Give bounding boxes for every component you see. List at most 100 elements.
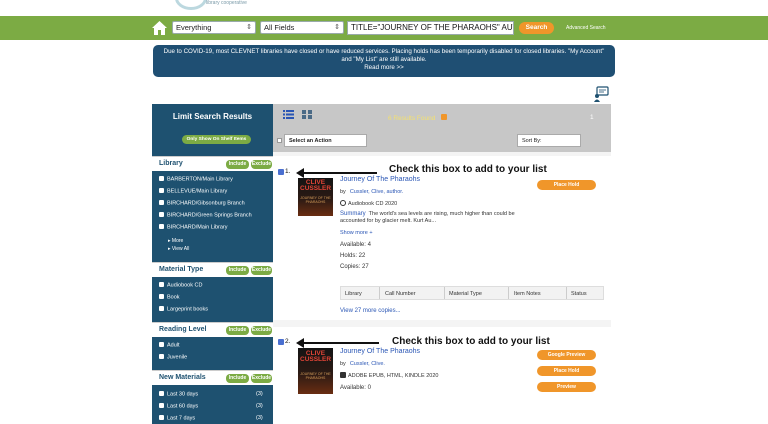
exclude-button[interactable]: Exclude <box>251 374 272 383</box>
filter-item[interactable]: Last 7 days (3) <box>159 415 263 422</box>
book-cover[interactable]: CLIVE CUSSLER JOURNEY OF THE PHARAOHS <box>298 178 333 216</box>
search-button[interactable]: Search <box>519 22 554 34</box>
exclude-button[interactable]: Exclude <box>251 266 272 275</box>
checkbox[interactable] <box>159 294 164 299</box>
page-number: 1 <box>590 114 594 121</box>
search-field-value: All Fields <box>264 23 295 32</box>
more-link[interactable]: ▸ More <box>168 238 183 244</box>
author-link[interactable]: Cussler, Clive. <box>350 361 385 367</box>
checkbox[interactable] <box>159 224 164 229</box>
filter-item[interactable]: Juvenile <box>159 354 187 361</box>
home-icon[interactable] <box>152 21 167 35</box>
book-title-link[interactable]: Journey Of The Pharaohs <box>340 176 420 183</box>
section-label: Library <box>159 160 183 167</box>
cover-author: CLIVE CUSSLER <box>300 350 332 363</box>
select-caret-icon: ⇕ <box>334 24 340 31</box>
place-hold-button[interactable]: Place Hold <box>537 366 596 376</box>
book-format: Audiobook CD 2020 <box>340 200 397 207</box>
search-input[interactable]: TITLE="JOURNEY OF THE PHARAOHS" AUTI <box>347 21 514 35</box>
section-header-new-materials: New Materials Include Exclude <box>152 370 273 385</box>
annotation-text: Check this box to add to your list <box>392 336 550 347</box>
filter-item[interactable]: BARBERTON/Main Library <box>159 176 233 183</box>
column-header: Item Notes <box>514 291 541 297</box>
column-header: Call Number <box>385 291 416 297</box>
checkbox[interactable] <box>159 391 164 396</box>
results-panel: 6 Results Found 1 Select an Action Sort … <box>273 104 611 424</box>
exclude-button[interactable]: Exclude <box>251 326 272 335</box>
list-view-icon[interactable] <box>283 110 294 119</box>
checkbox[interactable] <box>159 354 164 359</box>
checkbox[interactable] <box>159 188 164 193</box>
exclude-button[interactable]: Exclude <box>251 160 272 169</box>
show-more-link[interactable]: Show more + <box>340 230 373 236</box>
filter-item[interactable]: BELLEVUE/Main Library <box>159 188 227 195</box>
place-hold-button[interactable]: Place Hold <box>537 180 596 190</box>
filter-item[interactable]: Adult <box>159 342 180 349</box>
select-all-checkbox[interactable] <box>277 138 282 143</box>
rss-icon[interactable] <box>441 114 447 120</box>
checkbox[interactable] <box>159 176 164 181</box>
search-field-select[interactable]: All Fields ⇕ <box>260 21 344 34</box>
checkbox[interactable] <box>159 282 164 287</box>
column-divider <box>379 287 380 299</box>
filter-item[interactable]: BIRCHARD/Gibsonburg Branch <box>159 200 245 207</box>
cover-title: JOURNEY OF THE PHARAOHS <box>300 196 331 204</box>
view-more-copies-link[interactable]: View 27 more copies... <box>340 308 401 314</box>
section-label: Reading Level <box>159 326 207 333</box>
checkbox[interactable] <box>159 415 164 420</box>
holds-count: Holds: 22 <box>340 253 366 259</box>
result-checkbox[interactable] <box>278 169 284 175</box>
section-header-material-type: Material Type Include Exclude <box>152 262 273 277</box>
result-number: 2. <box>285 338 291 345</box>
include-button[interactable]: Include <box>226 160 249 169</box>
preview-button[interactable]: Preview <box>537 382 596 392</box>
sort-select[interactable]: Sort By: <box>517 134 581 147</box>
column-divider <box>444 287 445 299</box>
include-button[interactable]: Include <box>226 374 249 383</box>
book-author-line: by Cussler, Clive, author. <box>340 189 404 195</box>
filter-item[interactable]: BIRCHARD/Green Springs Branch <box>159 212 252 219</box>
on-shelf-button[interactable]: Only Show On Shelf Items <box>182 135 251 144</box>
checkbox[interactable] <box>159 342 164 347</box>
checkbox[interactable] <box>159 212 164 217</box>
results-toolbar: 6 Results Found 1 Select an Action Sort … <box>273 104 611 152</box>
grid-view-icon[interactable] <box>302 110 312 119</box>
available-count: Available: 0 <box>340 385 371 391</box>
filter-count: (3) <box>256 415 263 421</box>
feedback-icon[interactable] <box>593 86 609 102</box>
search-type-value: Everything <box>176 23 212 32</box>
logo-icon <box>175 0 207 10</box>
book-title-link[interactable]: Journey Of The Pharaohs <box>340 348 420 355</box>
book-author-line: by Cussler, Clive. <box>340 361 385 367</box>
search-type-select[interactable]: Everything ⇕ <box>172 21 256 34</box>
checkbox[interactable] <box>159 403 164 408</box>
filter-count: (3) <box>256 403 263 409</box>
include-button[interactable]: Include <box>226 266 249 275</box>
select-caret-icon: ⇕ <box>246 24 252 31</box>
checkbox[interactable] <box>159 306 164 311</box>
available-count: Available: 4 <box>340 242 371 248</box>
book-summary: Summary The world's sea levels are rising… <box>340 211 515 224</box>
section-header-library: Library Include Exclude <box>152 156 273 171</box>
result-checkbox[interactable] <box>278 339 284 345</box>
result-card-2: 2. Check this box to add to your list CL… <box>273 327 611 424</box>
author-link[interactable]: Cussler, Clive, author. <box>350 189 404 195</box>
action-select[interactable]: Select an Action <box>284 134 367 147</box>
checkbox[interactable] <box>159 200 164 205</box>
filter-item[interactable]: BIRCHARD/Main Library <box>159 224 228 231</box>
covid-notice: Due to COVID-19, most CLEVNET libraries … <box>153 45 615 77</box>
filter-item[interactable]: Largeprint books <box>159 306 208 313</box>
filter-item[interactable]: Last 60 days (3) <box>159 403 263 410</box>
notice-read-more-link[interactable]: Read more >> <box>161 64 607 72</box>
include-button[interactable]: Include <box>226 326 249 335</box>
filter-item[interactable]: Audiobook CD <box>159 282 202 289</box>
book-cover[interactable]: CLIVE CUSSLER JOURNEY OF THE PHARAOHS <box>298 348 333 394</box>
google-preview-button[interactable]: Google Preview <box>537 350 596 360</box>
filter-item[interactable]: Book <box>159 294 180 301</box>
view-all-link[interactable]: ▸ View All <box>168 246 189 252</box>
annotation-text: Check this box to add to your list <box>389 164 547 175</box>
filter-item[interactable]: Last 30 days (3) <box>159 391 263 398</box>
copies-count: Copies: 27 <box>340 264 369 270</box>
ebook-icon <box>340 372 346 378</box>
advanced-search-link[interactable]: Advanced Search <box>566 25 605 31</box>
